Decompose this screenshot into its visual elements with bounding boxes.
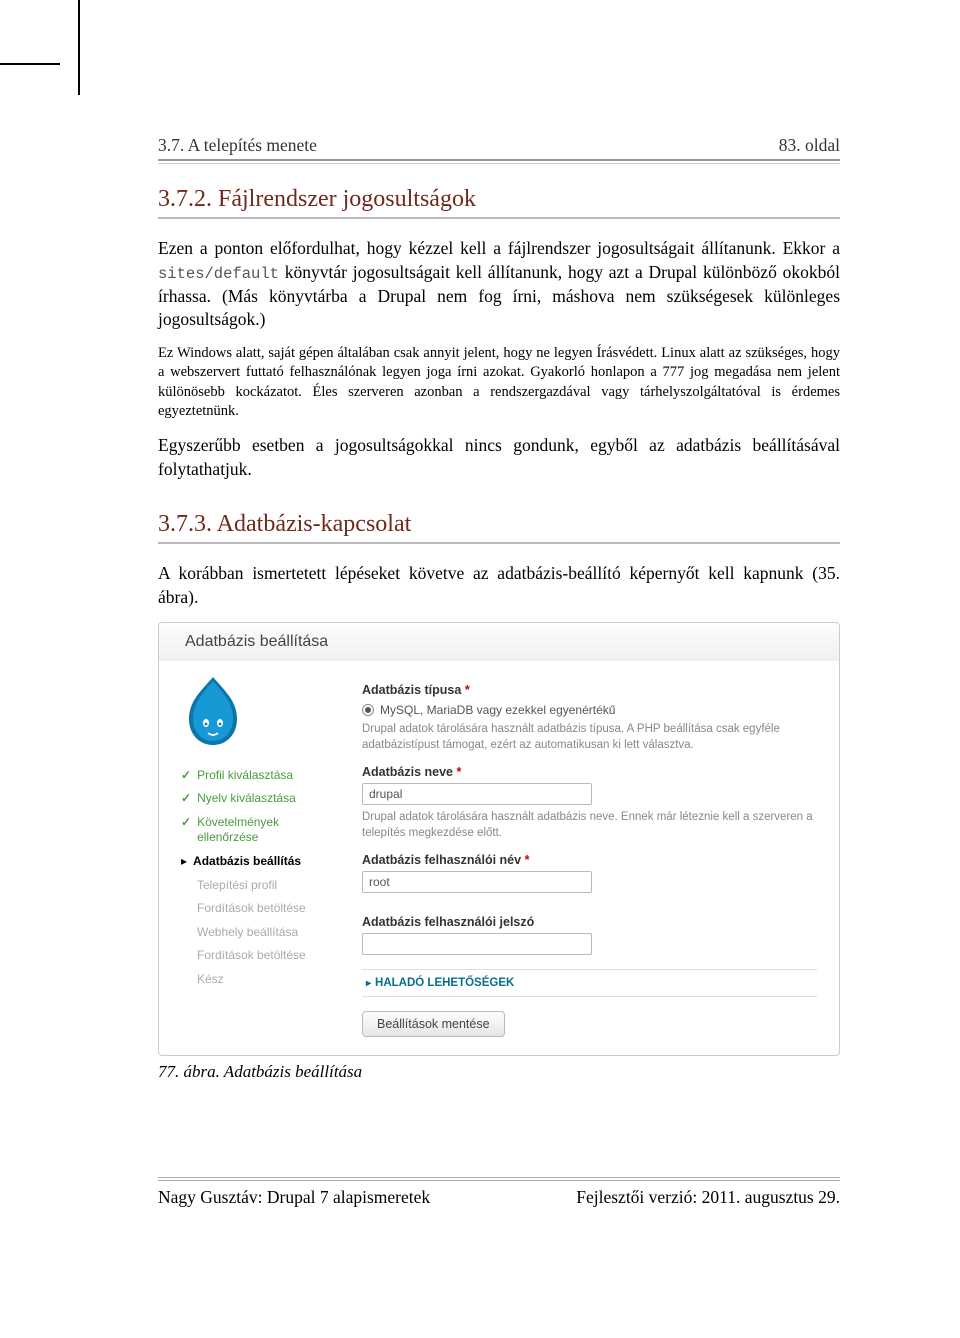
db-type-label: Adatbázis típusa * — [362, 683, 817, 697]
step-label: Adatbázis beállítás — [193, 854, 301, 870]
triangle-right-icon: ▸ — [366, 978, 371, 989]
step-label: Profil kiválasztása — [197, 768, 293, 784]
panel-title: Adatbázis beállítása — [159, 623, 839, 661]
check-icon: ✓ — [181, 768, 191, 784]
step-label: Webhely beállítása — [197, 925, 298, 941]
install-step: ✓ Profil kiválasztása — [181, 768, 336, 784]
db-user-label: Adatbázis felhasználói név * — [362, 853, 817, 867]
page-footer: Nagy Gusztáv: Drupal 7 alapismeretek Fej… — [158, 1181, 840, 1208]
install-step: Kész — [181, 972, 336, 988]
paragraph: Egyszerűbb esetben a jogosultságokkal ni… — [158, 434, 840, 481]
install-step: Webhely beállítása — [181, 925, 336, 941]
step-label: Nyelv kiválasztása — [197, 791, 296, 807]
step-label: Telepítési profil — [197, 878, 277, 894]
db-type-radio[interactable]: MySQL, MariaDB vagy ezekkel egyenértékű — [362, 703, 817, 717]
db-name-input[interactable] — [362, 783, 592, 805]
text: Ezen a ponton előfordulhat, hogy kézzel … — [158, 238, 840, 258]
db-user-input[interactable] — [362, 871, 592, 893]
header-section: 3.7. A telepítés menete — [158, 135, 317, 156]
header-page: 83. oldal — [779, 135, 840, 156]
radio-icon — [362, 704, 374, 716]
advanced-toggle[interactable]: ▸ HALADÓ LEHETŐSÉGEK — [362, 969, 817, 997]
install-step: Fordítások betöltése — [181, 948, 336, 964]
paragraph: Ezen a ponton előfordulhat, hogy kézzel … — [158, 237, 840, 332]
install-step: Telepítési profil — [181, 878, 336, 894]
drupal-logo-icon — [181, 675, 336, 750]
advanced-label: HALADÓ LEHETŐSÉGEK — [375, 977, 514, 989]
install-step: ✓ Nyelv kiválasztása — [181, 791, 336, 807]
footer-author: Nagy Gusztáv: Drupal 7 alapismeretek — [158, 1187, 430, 1208]
db-name-label: Adatbázis neve * — [362, 765, 817, 779]
check-icon: ✓ — [181, 791, 191, 807]
db-pass-input[interactable] — [362, 933, 592, 955]
heading-372: 3.7.2. Fájlrendszer jogosultságok — [158, 186, 840, 219]
figure-caption: 77. ábra. Adatbázis beállítása — [158, 1062, 840, 1082]
page-header: 3.7. A telepítés menete 83. oldal — [158, 135, 840, 156]
step-label: Fordítások betöltése — [197, 901, 306, 917]
paragraph: A korábban ismertetett lépéseket követve… — [158, 562, 840, 609]
save-button[interactable]: Beállítások mentése — [362, 1011, 505, 1037]
step-label: Követelmények ellenőrzése — [197, 815, 336, 846]
install-step: ✓ Követelmények ellenőrzése — [181, 815, 336, 846]
header-rule — [158, 159, 840, 164]
install-step-active: ▸ Adatbázis beállítás — [181, 854, 336, 870]
footer-version: Fejlesztői verzió: 2011. augusztus 29. — [576, 1187, 840, 1208]
install-step: Fordítások betöltése — [181, 901, 336, 917]
heading-373: 3.7.3. Adatbázis-kapcsolat — [158, 511, 840, 544]
db-name-help: Drupal adatok tárolására használt adatbá… — [362, 809, 817, 841]
screenshot-db-setup: Adatbázis beállítása ✓ Profil kiválasztás… — [158, 622, 840, 1056]
check-icon: ✓ — [181, 815, 191, 831]
radio-label: MySQL, MariaDB vagy ezekkel egyenértékű — [380, 703, 615, 717]
db-pass-label: Adatbázis felhasználói jelszó — [362, 915, 817, 929]
step-label: Fordítások betöltése — [197, 948, 306, 964]
arrow-icon: ▸ — [181, 854, 187, 870]
code-path: sites/default — [158, 265, 279, 283]
paragraph-note: Ez Windows alatt, saját gépen általában … — [158, 344, 840, 422]
db-type-help: Drupal adatok tárolására használt adatbá… — [362, 721, 817, 753]
step-label: Kész — [197, 972, 224, 988]
